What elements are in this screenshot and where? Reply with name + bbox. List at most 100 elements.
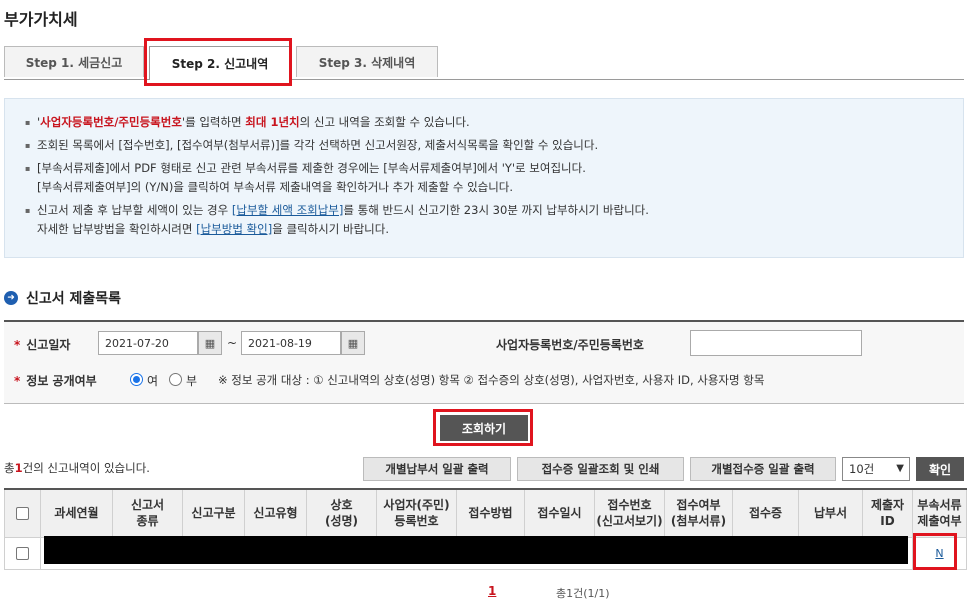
notice-text: 의 신고 내역을 조회할 수 있습니다. bbox=[299, 115, 470, 129]
biz-number-label: 사업자등록번호/주민등록번호 bbox=[496, 338, 644, 352]
col-header-line1: 신고유형 bbox=[253, 506, 298, 521]
col-header: 부속서류 제출여부 bbox=[912, 488, 967, 538]
search-panel: * 신고일자 2021-07-20 ▦ ~ 2021-08-19 ▦ 사업자등록번… bbox=[4, 320, 964, 404]
notice-text: 자세한 납부방법을 확인하시려면 bbox=[37, 222, 197, 236]
page-title: 부가가치세 bbox=[4, 10, 78, 29]
radio-no-label: 부 bbox=[186, 374, 198, 388]
radio-no[interactable] bbox=[169, 373, 182, 386]
col-header-line2: (성명) bbox=[324, 514, 359, 529]
col-header: 접수방법 bbox=[456, 488, 525, 538]
select-all-header[interactable] bbox=[4, 488, 41, 538]
col-header-line1: 과세연월 bbox=[54, 506, 99, 521]
pager-total: 총1건(1/1) bbox=[556, 587, 610, 600]
col-header-line1: 납부서 bbox=[813, 506, 848, 521]
notice-line: 자세한 납부방법을 확인하시려면 [납부방법 확인]을 클릭하시기 바랍니다. bbox=[25, 220, 963, 239]
col-header: 상호 (성명) bbox=[306, 488, 377, 538]
col-header: 과세연월 bbox=[40, 488, 113, 538]
select-all-checkbox[interactable] bbox=[16, 507, 29, 521]
col-header-line1: 상호 bbox=[330, 498, 353, 513]
col-header-line1: 사업자(주민) bbox=[383, 498, 450, 513]
tab-step1[interactable]: Step 1. 세금신고 bbox=[4, 46, 144, 77]
col-header-line2: ID bbox=[880, 514, 895, 529]
tab-step3[interactable]: Step 3. 삭제내역 bbox=[296, 46, 438, 77]
col-header-line1: 신고서 bbox=[130, 498, 165, 513]
col-header: 접수여부 (첨부서류) bbox=[664, 488, 733, 538]
required-mark: * bbox=[14, 338, 21, 352]
col-header: 접수증 bbox=[732, 488, 799, 538]
col-header: 접수일시 bbox=[524, 488, 595, 538]
attach-status-cell[interactable]: N bbox=[912, 536, 967, 570]
notice-text: 을 클릭하시기 바랍니다. bbox=[272, 222, 389, 236]
notice-line: [부속서류제출]에서 PDF 형태로 신고 관련 부속서류를 제출한 경우에는 … bbox=[25, 159, 963, 178]
col-header: 제출자 ID bbox=[862, 488, 913, 538]
section-title: ➜ 신고서 제출목록 bbox=[4, 288, 121, 308]
notice-highlight: 최대 1년치 bbox=[245, 115, 300, 129]
pager-current-page[interactable]: 1 bbox=[488, 584, 496, 598]
col-header-line1: 신고구분 bbox=[191, 506, 236, 521]
col-header-line1: 접수일시 bbox=[537, 506, 582, 521]
section-title-text: 신고서 제출목록 bbox=[26, 291, 122, 307]
tab-step2[interactable]: Step 2. 신고내역 bbox=[149, 46, 291, 80]
individual-receipt-print-button[interactable]: 개별접수증 일괄 출력 bbox=[690, 457, 836, 481]
date-range-separator: ~ bbox=[227, 336, 238, 350]
col-header-line1: 접수여부 bbox=[676, 498, 721, 513]
calendar-icon[interactable]: ▦ bbox=[341, 331, 365, 355]
receipt-bulk-view-button[interactable]: 접수증 일괄조회 및 인쇄 bbox=[517, 457, 684, 481]
notice-line: 신고서 제출 후 납부할 세액이 있는 경우 [납부할 세액 조회납부]를 통해… bbox=[25, 201, 963, 220]
table-header-row: 과세연월 신고서 종류 신고구분 신고유형 상호 (성명) 사업자(주민) 등록번호 … bbox=[4, 488, 967, 538]
chevron-down-icon: ▼ bbox=[896, 463, 904, 474]
payment-method-link[interactable]: [납부방법 확인] bbox=[196, 222, 272, 236]
col-header-line2: 제출여부 bbox=[917, 514, 962, 529]
col-header: 사업자(주민) 등록번호 bbox=[376, 488, 457, 538]
col-header-line2: 등록번호 bbox=[394, 514, 439, 529]
notice-text: '를 입력하면 bbox=[181, 115, 246, 129]
calendar-icon[interactable]: ▦ bbox=[198, 331, 222, 355]
info-disclosure-label-text: 정보 공개여부 bbox=[26, 374, 97, 388]
page-size-value: 10건 bbox=[849, 462, 875, 476]
col-header-line1: 접수방법 bbox=[468, 506, 513, 521]
row-checkbox[interactable] bbox=[16, 547, 29, 560]
col-header-line1: 제출자 bbox=[870, 498, 905, 513]
required-mark: * bbox=[14, 374, 21, 388]
tax-payment-link[interactable]: [납부할 세액 조회납부] bbox=[232, 203, 344, 217]
col-header-line2: (신고서보기) bbox=[596, 514, 663, 529]
date-label-text: 신고일자 bbox=[26, 338, 71, 352]
col-header-line1: 부속서류 bbox=[917, 498, 962, 513]
result-count: 총1건의 신고내역이 있습니다. bbox=[4, 460, 150, 476]
col-header: 접수번호 (신고서보기) bbox=[594, 488, 665, 538]
date-from-input[interactable]: 2021-07-20 bbox=[98, 331, 198, 355]
biz-number-input[interactable] bbox=[690, 330, 862, 356]
col-header-line2: (첨부서류) bbox=[670, 514, 727, 529]
disclosure-note: ※ 정보 공개 대상 : ① 신고내역의 상호(성명) 항목 ② 접수증의 상호… bbox=[218, 373, 765, 387]
notice-text: 신고서 제출 후 납부할 세액이 있는 경우 bbox=[37, 203, 232, 217]
col-header-line1: 접수번호 bbox=[607, 498, 652, 513]
notice-box: '사업자등록번호/주민등록번호'를 입력하면 최대 1년치의 신고 내역을 조회… bbox=[4, 98, 964, 258]
col-header-line2: 종류 bbox=[136, 514, 159, 529]
bulk-payment-print-button[interactable]: 개별납부서 일괄 출력 bbox=[363, 457, 511, 481]
col-header: 납부서 bbox=[798, 488, 863, 538]
row-checkbox-cell[interactable] bbox=[4, 536, 41, 570]
notice-text: 를 통해 반드시 신고기한 23시 30분 까지 납부하시기 바랍니다. bbox=[343, 203, 649, 217]
attach-status-link[interactable]: N bbox=[935, 547, 943, 560]
radio-yes-label: 여 bbox=[147, 374, 159, 388]
col-header: 신고유형 bbox=[244, 488, 307, 538]
notice-line: '사업자등록번호/주민등록번호'를 입력하면 최대 1년치의 신고 내역을 조회… bbox=[25, 113, 963, 132]
step-tabs: Step 1. 세금신고 Step 2. 신고내역 Step 3. 삭제내역 bbox=[4, 46, 964, 80]
date-label: * 신고일자 bbox=[14, 336, 70, 353]
count-suffix: 건의 신고내역이 있습니다. bbox=[22, 461, 150, 475]
notice-highlight: 사업자등록번호/주민등록번호 bbox=[40, 115, 182, 129]
col-header: 신고구분 bbox=[182, 488, 245, 538]
arrow-right-icon: ➜ bbox=[4, 291, 18, 305]
notice-line: [부속서류제출여부]의 (Y/N)을 클릭하여 부속서류 제출내역을 확인하거나… bbox=[37, 180, 514, 194]
col-header: 신고서 종류 bbox=[112, 488, 183, 538]
confirm-button[interactable]: 확인 bbox=[916, 457, 964, 481]
col-header-line1: 접수증 bbox=[748, 506, 783, 521]
date-to-input[interactable]: 2021-08-19 bbox=[241, 331, 341, 355]
search-button[interactable]: 조회하기 bbox=[440, 415, 528, 441]
info-disclosure-label: * 정보 공개여부 bbox=[14, 372, 97, 389]
notice-line: 조회된 목록에서 [접수번호], [접수여부(첨부서류)]를 각각 선택하면 신… bbox=[25, 136, 963, 155]
count-prefix: 총 bbox=[4, 461, 15, 475]
redaction-bar bbox=[44, 536, 908, 564]
radio-yes[interactable] bbox=[130, 373, 143, 386]
page-size-select[interactable]: 10건 ▼ bbox=[842, 457, 910, 481]
